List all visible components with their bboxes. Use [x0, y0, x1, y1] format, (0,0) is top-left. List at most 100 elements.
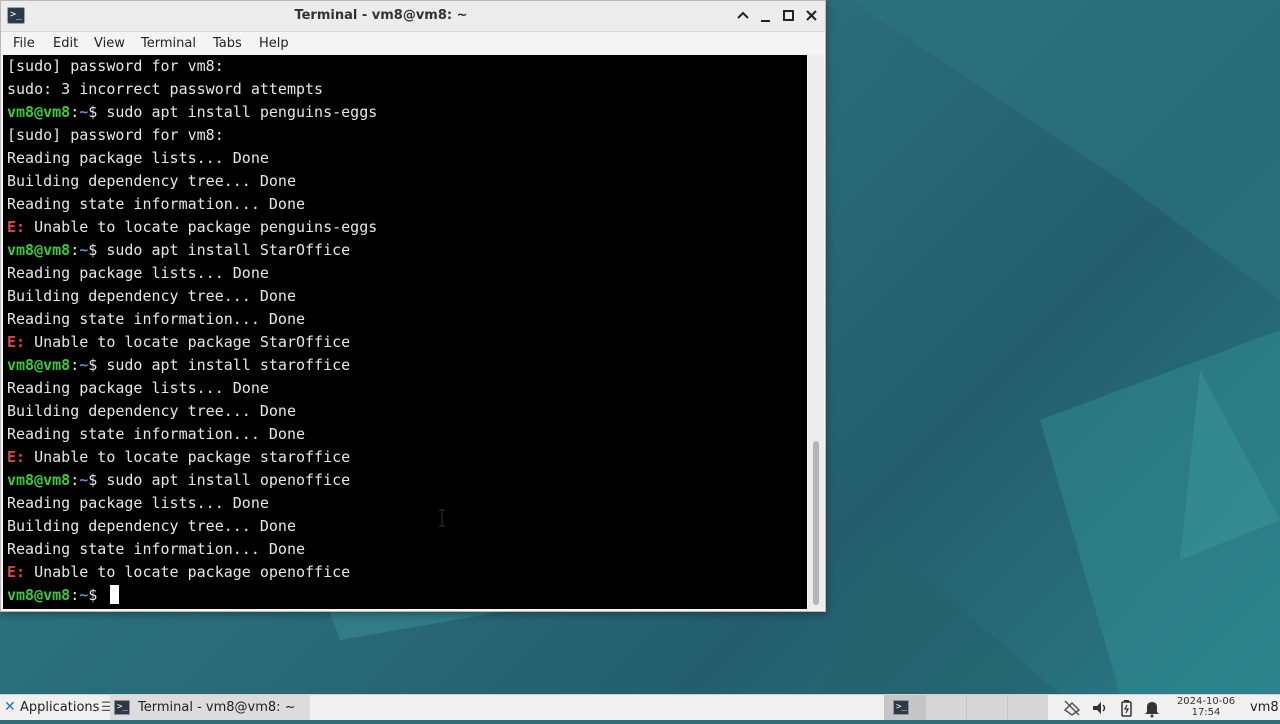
output-text: Reading package lists... Done — [7, 264, 269, 282]
command-text: sudo apt install penguins-eggs — [106, 103, 378, 121]
terminal-line: vm8@vm8:~$ — [3, 584, 807, 607]
terminal-line: Reading package lists... Done — [3, 377, 807, 400]
menu-tabs[interactable]: Tabs — [213, 34, 242, 53]
prompt-user: vm8@vm8 — [7, 241, 71, 259]
prompt-path: ~ — [79, 241, 89, 259]
prompt-dollar: $ — [88, 586, 107, 604]
prompt-path: ~ — [79, 356, 89, 374]
terminal-line: Reading state information... Done — [3, 423, 807, 446]
error-prefix: E: — [7, 218, 26, 236]
terminal-cursor — [110, 585, 120, 604]
scrollbar-thumb[interactable] — [813, 441, 819, 605]
terminal-line: E: Unable to locate package StarOffice — [3, 331, 807, 354]
terminal-line: E: Unable to locate package openoffice — [3, 561, 807, 584]
chevron-up-icon — [737, 11, 749, 19]
output-text: Reading package lists... Done — [7, 494, 269, 512]
error-prefix: E: — [7, 563, 26, 581]
minimize-icon — [761, 20, 770, 22]
taskbar: ✕ Applications ☰ >_ Terminal - vm8@vm8: … — [0, 694, 1280, 720]
terminal-line: Reading state information... Done — [3, 308, 807, 331]
terminal-line: Reading state information... Done — [3, 193, 807, 216]
close-button[interactable] — [803, 7, 821, 25]
terminal-line: vm8@vm8:~$ sudo apt install staroffice — [3, 354, 807, 377]
window-title: Terminal - vm8@vm8: ~ — [294, 8, 468, 23]
menu-terminal[interactable]: Terminal — [141, 34, 196, 53]
terminal-line: sudo: 3 incorrect password attempts — [3, 78, 807, 101]
terminal-line: vm8@vm8:~$ sudo apt install openoffice — [3, 469, 807, 492]
menu-view[interactable]: View — [94, 34, 125, 53]
clock-time: 17:54 — [1191, 707, 1221, 718]
terminal-line: E: Unable to locate package staroffice — [3, 446, 807, 469]
output-text: [sudo] password for vm8: — [7, 57, 224, 75]
output-text: Reading state information... Done — [7, 195, 306, 213]
maximize-button[interactable] — [780, 7, 798, 25]
maximize-icon — [783, 10, 794, 21]
taskbar-terminal-button[interactable]: >_ Terminal - vm8@vm8: ~ — [110, 695, 310, 720]
error-text: Unable to locate package openoffice — [25, 563, 351, 581]
terminal-line: vm8@vm8:~$ sudo apt install StarOffice — [3, 239, 807, 262]
error-text: Unable to locate package staroffice — [25, 448, 351, 466]
terminal-line: Reading package lists... Done — [3, 147, 807, 170]
terminal-line: [sudo] password for vm8: — [3, 55, 807, 78]
prompt-user: vm8@vm8 — [7, 103, 71, 121]
clock-date: 2024-10-06 — [1176, 696, 1236, 707]
user-menu[interactable]: vm8 — [1250, 695, 1279, 720]
output-text: Reading state information... Done — [7, 425, 306, 443]
prompt-path: ~ — [79, 471, 89, 489]
output-text: Reading package lists... Done — [7, 379, 269, 397]
workspace-3[interactable] — [966, 695, 1007, 720]
prompt-colon: : — [70, 356, 80, 374]
error-text: Unable to locate package penguins-eggs — [25, 218, 378, 236]
output-text: Reading state information... Done — [7, 310, 306, 328]
prompt-colon: : — [70, 241, 80, 259]
battery-icon[interactable] — [1116, 698, 1136, 718]
taskbar-task-label: Terminal - vm8@vm8: ~ — [138, 700, 296, 715]
menu-edit[interactable]: Edit — [53, 34, 78, 53]
output-text: Reading state information... Done — [7, 540, 306, 558]
menu-help[interactable]: Help — [259, 34, 289, 53]
command-text: sudo apt install openoffice — [106, 471, 351, 489]
prompt-colon: : — [70, 586, 80, 604]
menu-file[interactable]: File — [13, 34, 35, 53]
output-text: Building dependency tree... Done — [7, 287, 296, 305]
prompt-user: vm8@vm8 — [7, 471, 71, 489]
terminal-line: Reading package lists... Done — [3, 262, 807, 285]
minimize-button[interactable] — [757, 7, 775, 25]
prompt-path: ~ — [79, 586, 89, 604]
prompt-path: ~ — [79, 103, 89, 121]
terminal-line: E: Unable to locate package penguins-egg… — [3, 216, 807, 239]
terminal-line: vm8@vm8:~$ sudo apt install penguins-egg… — [3, 101, 807, 124]
terminal-line: Building dependency tree... Done — [3, 170, 807, 193]
scrollbar[interactable] — [808, 55, 824, 609]
notification-bell-icon[interactable] — [1142, 698, 1162, 718]
terminal-output[interactable]: [sudo] password for vm8: sudo: 3 incorrec… — [3, 55, 807, 609]
clock[interactable]: 2024-10-06 17:54 — [1168, 696, 1244, 718]
output-text: Reading package lists... Done — [7, 149, 269, 167]
error-prefix: E: — [7, 333, 26, 351]
prompt-dollar: $ — [88, 103, 107, 121]
applications-label: Applications — [20, 700, 100, 715]
prompt-user: vm8@vm8 — [7, 586, 71, 604]
output-text: Building dependency tree... Done — [7, 402, 296, 420]
shade-window-button[interactable] — [734, 7, 752, 25]
prompt-colon: : — [70, 471, 80, 489]
output-text: Building dependency tree... Done — [7, 517, 296, 535]
prompt-colon: : — [70, 103, 80, 121]
prompt-dollar: $ — [88, 241, 107, 259]
close-icon — [806, 10, 817, 21]
terminal-icon: >_ — [114, 700, 130, 715]
workspace-1[interactable]: >_ — [884, 695, 925, 720]
volume-icon[interactable] — [1090, 698, 1110, 718]
title-bar[interactable]: >_ Terminal - vm8@vm8: ~ — [1, 1, 825, 32]
workspace-2[interactable] — [925, 695, 966, 720]
terminal-icon: >_ — [893, 700, 909, 715]
output-text: [sudo] password for vm8: — [7, 126, 224, 144]
network-icon[interactable] — [1062, 698, 1082, 718]
terminal-window[interactable]: >_ Terminal - vm8@vm8: ~ File Edit View … — [0, 0, 826, 612]
output-text: Building dependency tree... Done — [7, 172, 296, 190]
prompt-dollar: $ — [88, 356, 107, 374]
prompt-dollar: $ — [88, 471, 107, 489]
workspace-4[interactable] — [1007, 695, 1048, 720]
terminal-line: Building dependency tree... Done — [3, 400, 807, 423]
xfce-logo-icon: ✕ — [4, 699, 16, 715]
